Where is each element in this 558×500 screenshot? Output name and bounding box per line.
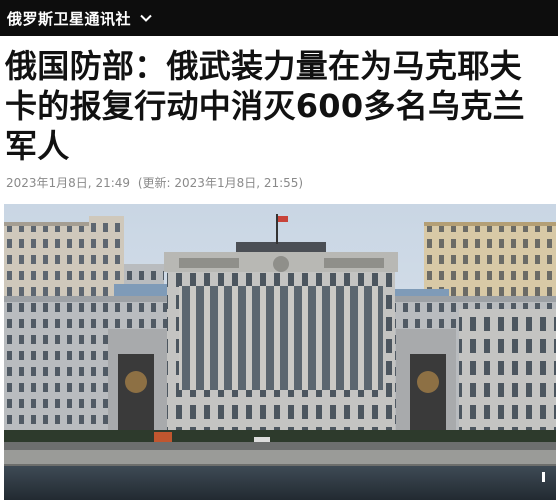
updated-time: (更新: 2023年1月8日, 21:55) bbox=[137, 176, 304, 190]
top-bar: 俄罗斯卫星通讯社 bbox=[0, 0, 558, 36]
article-photo bbox=[4, 204, 556, 500]
published-time: 2023年1月8日, 21:49 bbox=[6, 176, 131, 190]
article-meta: 2023年1月8日, 21:49 (更新: 2023年1月8日, 21:55) bbox=[6, 174, 303, 191]
building-photo bbox=[4, 204, 556, 500]
chevron-down-icon[interactable] bbox=[139, 11, 153, 25]
site-name[interactable]: 俄罗斯卫星通讯社 bbox=[7, 8, 131, 29]
article-title: 俄国防部：俄武装力量在为马克耶夫卡的报复行动中消灭600多名乌克兰军人 bbox=[5, 47, 525, 165]
